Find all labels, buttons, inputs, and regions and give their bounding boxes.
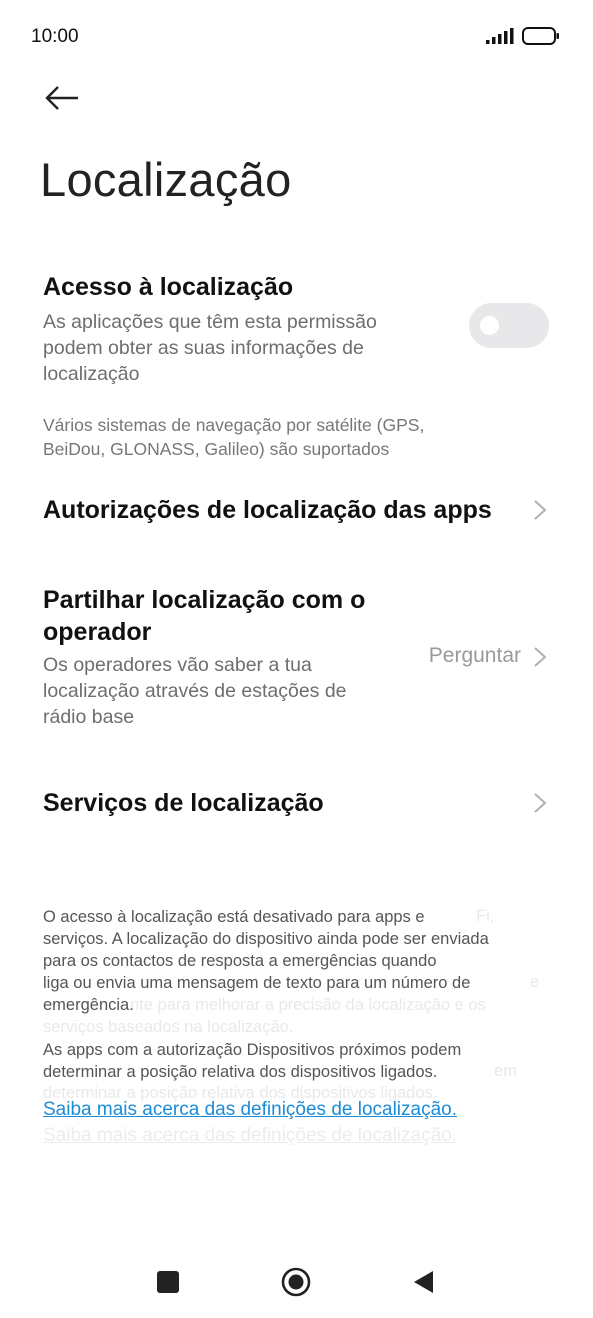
home-button[interactable] [276,1262,316,1302]
chevron-right-icon [534,793,547,813]
toggle-knob [480,316,499,335]
triangle-back-icon [414,1271,433,1293]
status-bar: 10:00 [0,0,593,74]
recents-button[interactable] [148,1262,188,1302]
footer-nearby-devices: As apps com a autorização Dispositivos p… [43,1039,553,1083]
subtitle-line: As aplicações que têm esta permissão [43,311,377,333]
title-line: Partilhar localização com o [43,586,366,614]
arrow-left-icon [45,86,78,110]
app-permissions-title: Autorizações de localização das apps [43,496,492,524]
circle-home-icon [281,1267,311,1297]
subtitle-line: localização [43,363,140,385]
back-button[interactable] [40,78,84,118]
subtitle-line: podem obter as suas informações de [43,337,364,359]
footer-line: emergência. [43,996,134,1014]
back-nav-button[interactable] [403,1262,443,1302]
gnss-note-line: BeiDou, GLONASS, Galileo) são suportados [43,439,390,459]
learn-more-ghost: Saiba mais acerca das definições de loca… [43,1125,458,1146]
footer-description: O acesso à localização está desativado p… [43,906,553,1016]
gnss-note: Vários sistemas de navegação por satélit… [43,413,513,461]
footer-line: serviços. A localização do dispositivo a… [43,930,489,948]
subtitle-line: localização através de estações de [43,680,347,702]
share-operator-row[interactable]: Partilhar localização com o operador Os … [0,580,593,730]
share-operator-value: Perguntar [428,644,521,667]
footer-line: liga ou envia uma mensagem de texto para… [43,974,471,992]
subtitle-line: rádio base [43,706,135,728]
location-access-subtitle: As aplicações que têm esta permissão pod… [43,309,377,387]
battery-icon [522,27,559,45]
status-time: 10:00 [31,26,79,47]
share-operator-subtitle: Os operadores vão saber a tua localizaçã… [43,652,347,730]
navigation-bar [0,1250,593,1310]
location-services-row[interactable]: Serviços de localização [0,770,593,834]
gnss-note-line: Vários sistemas de navegação por satélit… [43,415,425,435]
share-operator-title: Partilhar localização com o operador [43,584,365,648]
location-services-title: Serviços de localização [43,789,324,817]
location-access-toggle[interactable] [469,303,549,348]
app-permissions-row[interactable]: Autorizações de localização das apps [0,480,593,540]
location-access-title: Acesso à localização [43,273,294,301]
chevron-right-icon [534,647,547,667]
subtitle-line: Os operadores vão saber a tua [43,654,312,676]
ghost-text-4: serviços baseados na localização. [43,1018,294,1036]
signal-bars-icon [486,28,514,44]
learn-more-link[interactable]: Saiba mais acerca das definições de loca… [43,1099,457,1121]
chevron-right-icon [534,500,547,520]
footer-line: O acesso à localização está desativado p… [43,908,425,926]
page-title: Localização [40,153,292,206]
footer-line: para os contactos de resposta a emergênc… [43,952,437,970]
footer-line: As apps com a autorização Dispositivos p… [43,1041,462,1059]
footer-line: determinar a posição relativa dos dispos… [43,1063,438,1081]
square-recents-icon [157,1271,179,1293]
title-line: operador [43,618,152,646]
